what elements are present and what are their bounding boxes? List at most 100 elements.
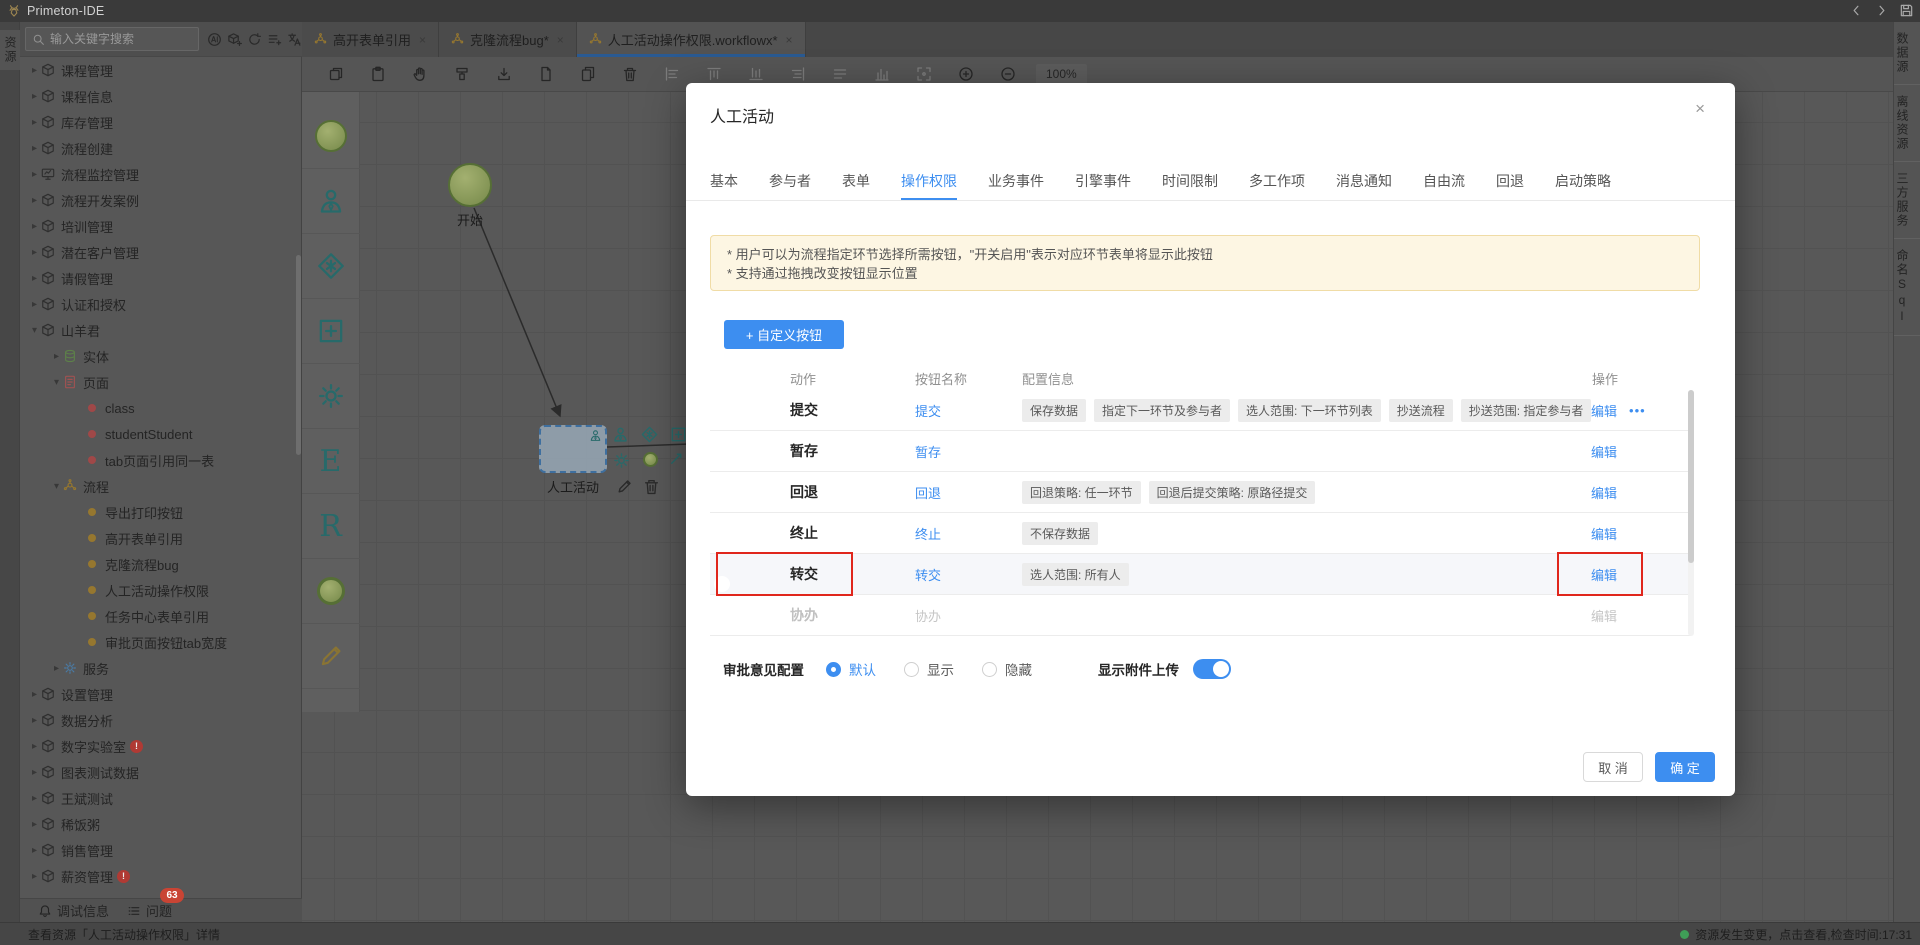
palette-letter-r[interactable]: R (302, 494, 360, 559)
tree-item[interactable]: ▸库存管理 (20, 109, 301, 135)
expand-arrow-icon[interactable]: ▸ (28, 169, 41, 180)
tree-item[interactable]: ▸设置管理 (20, 681, 301, 707)
dialog-tab[interactable]: 表单 (842, 171, 870, 200)
edit-link[interactable]: 编辑 (1591, 442, 1617, 461)
plussq-context-icon[interactable] (670, 426, 687, 443)
circle-context-icon[interactable] (643, 452, 660, 469)
button-name-link[interactable]: 回退 (915, 483, 1022, 502)
expand-arrow-icon[interactable]: ▸ (28, 65, 41, 76)
tree-item[interactable]: ▸数字实验室! (20, 733, 301, 759)
dialog-tab[interactable]: 基本 (710, 171, 738, 200)
listadd-icon[interactable] (267, 32, 282, 47)
expand-arrow-icon[interactable]: ▸ (28, 117, 41, 128)
expand-arrow-icon[interactable]: ▸ (28, 221, 41, 232)
expand-arrow-icon[interactable]: ▸ (28, 741, 41, 752)
attachment-upload-toggle[interactable] (1193, 659, 1231, 679)
tree-item[interactable]: studentStudent (20, 421, 301, 447)
pencil-context-icon[interactable] (616, 478, 633, 495)
gear-context-icon[interactable] (613, 452, 630, 469)
tree-item[interactable]: 高开表单引用 (20, 525, 301, 551)
person-context-icon[interactable] (612, 426, 629, 443)
palette-person[interactable] (302, 169, 360, 234)
clipboard-icon[interactable] (370, 66, 386, 82)
close-icon[interactable]: × (1695, 99, 1705, 119)
editor-tab[interactable]: 人工活动操作权限.workflowx*× (577, 22, 806, 57)
expand-arrow-icon[interactable]: ▸ (28, 273, 41, 284)
expand-arrow-icon[interactable]: ▸ (28, 299, 41, 310)
palette-plussq[interactable] (302, 299, 360, 364)
tree-item[interactable]: ▸稀饭粥 (20, 811, 301, 837)
tree-item[interactable]: ▸流程监控管理 (20, 161, 301, 187)
palette-letter-e[interactable]: E (302, 429, 360, 494)
opinion-radio-option[interactable]: 显示 (904, 659, 954, 679)
tree-item[interactable]: ▸请假管理 (20, 265, 301, 291)
expand-arrow-icon[interactable]: ▸ (28, 845, 41, 856)
editor-tab[interactable]: 高开表单引用× (302, 22, 439, 57)
opinion-radio-selected[interactable]: 默认 (826, 659, 876, 679)
edit-link[interactable]: 编辑 (1591, 483, 1617, 502)
edit-link[interactable]: 编辑 (1591, 524, 1617, 543)
dialog-tab[interactable]: 回退 (1496, 171, 1524, 200)
tree-item[interactable]: class (20, 395, 301, 421)
palette-gear[interactable] (302, 364, 360, 429)
right-rail-tab[interactable]: 离线资源 (1894, 85, 1920, 162)
expand-arrow-icon[interactable]: ▾ (50, 377, 63, 388)
right-rail-tab[interactable]: 命名Sql (1894, 239, 1920, 336)
expand-arrow-icon[interactable]: ▸ (28, 247, 41, 258)
expand-arrow-icon[interactable]: ▸ (50, 663, 63, 674)
edit-link[interactable]: 编辑 (1591, 565, 1617, 584)
opinion-radio-option[interactable]: 隐藏 (982, 659, 1032, 679)
tree-item[interactable]: ▸认证和授权 (20, 291, 301, 317)
expand-arrow-icon[interactable]: ▸ (28, 143, 41, 154)
alignl-icon[interactable] (664, 66, 680, 82)
tree-item[interactable]: ▾页面 (20, 369, 301, 395)
chevr-icon[interactable] (1874, 3, 1889, 18)
tree-item[interactable]: ▸实体 (20, 343, 301, 369)
expand-arrow-icon[interactable]: ▸ (28, 689, 41, 700)
sidebar-scrollbar[interactable] (296, 255, 301, 455)
refresh-icon[interactable] (247, 32, 262, 47)
chart-icon[interactable] (874, 66, 890, 82)
hand-icon[interactable] (412, 66, 428, 82)
dialog-tab[interactable]: 自由流 (1423, 171, 1465, 200)
copy-icon[interactable] (328, 66, 344, 82)
tree-item[interactable]: ▾山羊君 (20, 317, 301, 343)
expand-arrow-icon[interactable]: ▸ (28, 793, 41, 804)
start-node[interactable] (448, 163, 492, 207)
tree-item[interactable]: 审批页面按钮tab宽度 (20, 629, 301, 655)
more-actions-icon[interactable]: ••• (1629, 403, 1646, 418)
table-scrollbar[interactable] (1688, 390, 1694, 636)
tree-item[interactable]: tab页面引用同一表 (20, 447, 301, 473)
palette-annotation[interactable] (302, 624, 360, 689)
search-box[interactable] (25, 27, 199, 51)
dialog-tab[interactable]: 引擎事件 (1075, 171, 1131, 200)
dialog-tab[interactable]: 操作权限 (901, 171, 957, 200)
tab-close-icon[interactable]: × (786, 33, 793, 47)
lines-icon[interactable] (832, 66, 848, 82)
expand-arrow-icon[interactable]: ▸ (28, 195, 41, 206)
right-rail-tab[interactable]: 三方服务 (1894, 162, 1920, 239)
button-name-link[interactable]: 转交 (915, 565, 1022, 584)
tree-item[interactable]: ▸潜在客户管理 (20, 239, 301, 265)
alignr-icon[interactable] (790, 66, 806, 82)
expand-arrow-icon[interactable]: ▸ (28, 91, 41, 102)
tree-item[interactable]: ▸课程信息 (20, 83, 301, 109)
diamondstar-context-icon[interactable] (641, 426, 658, 443)
cancel-button[interactable]: 取 消 (1583, 752, 1643, 782)
dialog-tab[interactable]: 参与者 (769, 171, 811, 200)
fit-icon[interactable] (916, 66, 932, 82)
translate-icon[interactable] (287, 32, 302, 47)
palette-start-circle[interactable] (302, 104, 360, 169)
tab-close-icon[interactable]: × (419, 33, 426, 47)
zoomin-icon[interactable] (958, 66, 974, 82)
arrowdiag-context-icon[interactable] (668, 450, 685, 467)
status-resource-changed[interactable]: 资源发生变更，点击查看,检查时间:17:31 (1680, 926, 1912, 943)
ai-icon[interactable] (207, 32, 222, 47)
tree-item[interactable]: ▸薪资管理! (20, 863, 301, 889)
zoomout-icon[interactable] (1000, 66, 1016, 82)
tree-item[interactable]: 人工活动操作权限 (20, 577, 301, 603)
tree-item[interactable]: 克隆流程bug (20, 551, 301, 577)
cubeplus-icon[interactable] (227, 32, 242, 47)
expand-arrow-icon[interactable]: ▾ (50, 481, 63, 492)
trash-icon[interactable] (622, 66, 638, 82)
